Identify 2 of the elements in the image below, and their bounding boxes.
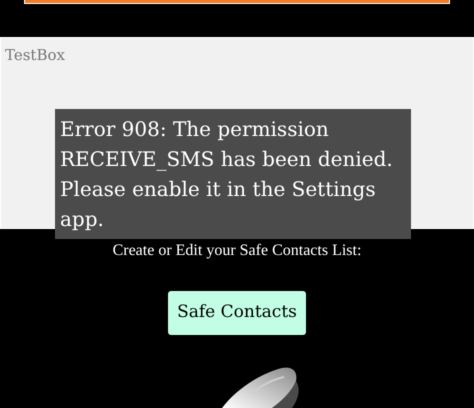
error-message: Error 908: The permission RECEIVE_SMS has been denied. Please enable it in the Settings app. <box>60 116 394 233</box>
prompt-text: Create or Edit your Safe Contacts List: <box>112 241 362 261</box>
